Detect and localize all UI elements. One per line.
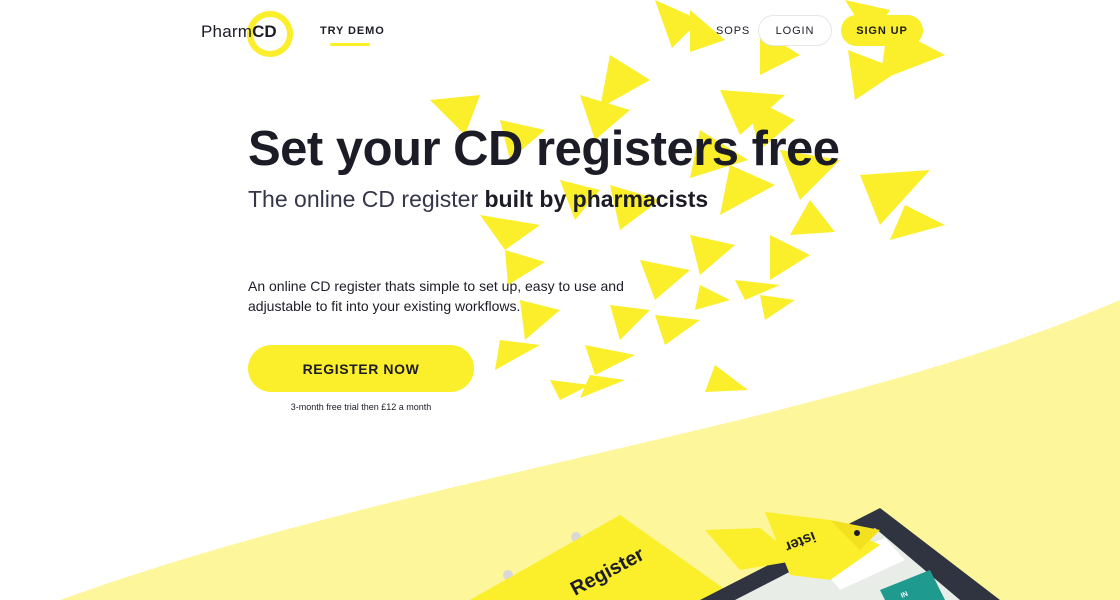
nav-active-underline (330, 43, 370, 46)
login-button[interactable]: LOGIN (758, 15, 832, 46)
hero-subtitle: The online CD register built by pharmaci… (248, 186, 708, 213)
nav-try-demo[interactable]: TRY DEMO (320, 25, 385, 37)
trial-note: 3-month free trial then £12 a month (290, 402, 432, 412)
register-now-button[interactable]: REGISTER NOW (248, 345, 474, 392)
site-header: Pharm CD TRY DEMO SOPS LOGIN SIGN UP (0, 0, 1120, 64)
signup-button[interactable]: SIGN UP (841, 15, 923, 46)
hero-subtitle-bold: built by pharmacists (484, 186, 709, 212)
hero-subtitle-plain: The online CD register (248, 186, 485, 212)
logo-text: Pharm (201, 22, 253, 41)
hero-title: Set your CD registers free (248, 122, 840, 176)
pharmcd-logo[interactable]: Pharm CD (201, 11, 293, 57)
hero-description: An online CD register thats simple to se… (248, 278, 624, 314)
logo-text-strong: CD (252, 22, 277, 41)
nav-sops[interactable]: SOPS (716, 25, 750, 37)
